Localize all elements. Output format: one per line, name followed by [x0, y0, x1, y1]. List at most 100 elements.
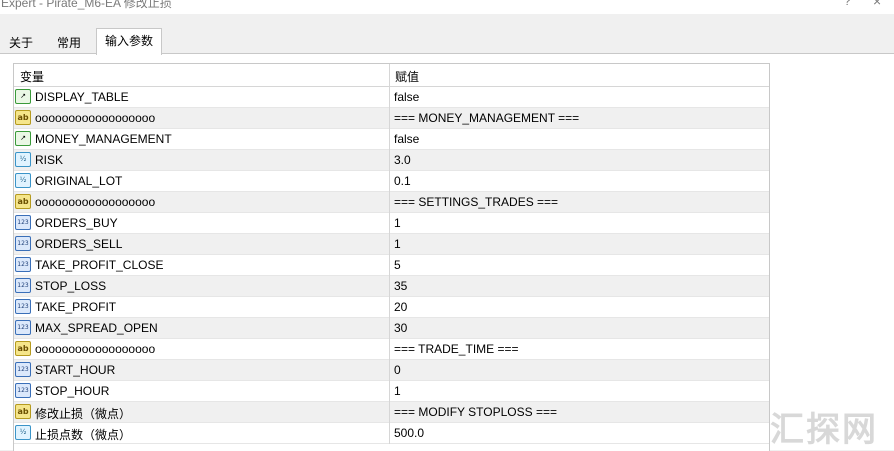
parameters-grid: 变量 赋值 ↗ DISPLAY_TABLE false ab ooooooooooooo… [13, 63, 770, 451]
string-icon: ab [15, 404, 31, 419]
bool-icon: ↗ [15, 131, 31, 146]
parameter-value[interactable]: === MONEY_MANAGEMENT === [394, 111, 579, 125]
cell-divider [389, 381, 390, 402]
column-divider[interactable] [389, 64, 390, 86]
parameter-value[interactable]: 0 [394, 363, 401, 377]
int-icon: 123 [15, 299, 31, 314]
parameter-value[interactable]: false [394, 90, 419, 104]
cell-divider [389, 192, 390, 213]
parameter-value[interactable]: 5 [394, 258, 401, 272]
parameter-name: oooooooooooooooooo [35, 195, 156, 209]
parameter-row[interactable]: 123 START_HOUR 0 [14, 360, 769, 381]
parameter-row[interactable]: ab oooooooooooooooooo === TRADE_TIME === [14, 339, 769, 360]
cell-divider [389, 339, 390, 360]
parameter-row[interactable]: 123 MAX_SPREAD_OPEN 30 [14, 318, 769, 339]
parameter-value[interactable]: false [394, 132, 419, 146]
parameter-value[interactable]: 1 [394, 384, 401, 398]
tab-common[interactable]: 常用 [48, 30, 90, 54]
parameter-name: START_HOUR [35, 363, 116, 377]
int-icon: 123 [15, 320, 31, 335]
cell-divider [389, 171, 390, 192]
parameter-row[interactable]: 123 STOP_LOSS 35 [14, 276, 769, 297]
int-icon: 123 [15, 215, 31, 230]
cell-divider [389, 234, 390, 255]
int-icon: 123 [15, 278, 31, 293]
parameter-name: oooooooooooooooooo [35, 342, 156, 356]
parameter-row[interactable]: 123 TAKE_PROFIT 20 [14, 297, 769, 318]
parameter-name: ORDERS_BUY [35, 216, 118, 230]
parameter-row[interactable]: 123 ORDERS_SELL 1 [14, 234, 769, 255]
parameter-name: TAKE_PROFIT_CLOSE [35, 258, 164, 272]
string-icon: ab [15, 341, 31, 356]
column-header-value[interactable]: 赋值 [395, 68, 419, 85]
parameter-value[interactable]: 30 [394, 321, 407, 335]
parameter-row[interactable]: ab 修改止损（微点） === MODIFY STOPLOSS === [14, 402, 769, 423]
parameter-name: oooooooooooooooooo [35, 111, 156, 125]
parameter-row[interactable]: ab oooooooooooooooooo === SETTINGS_TRADES … [14, 192, 769, 213]
cell-divider [389, 213, 390, 234]
cell-divider [389, 276, 390, 297]
close-button[interactable]: × [873, 0, 881, 9]
help-button[interactable]: ? [844, 0, 851, 8]
cell-divider [389, 87, 390, 108]
window-title: Expert - Pirate_M6-EA 修改止损 [1, 0, 172, 10]
inputs-panel: 变量 赋值 ↗ DISPLAY_TABLE false ab ooooooooooooo… [0, 53, 894, 451]
double-icon: ½ [15, 152, 31, 167]
parameter-row[interactable]: ab oooooooooooooooooo === MONEY_MANAGEMENT… [14, 108, 769, 129]
parameter-value[interactable]: 1 [394, 237, 401, 251]
parameter-name: 止损点数（微点） [35, 428, 132, 442]
int-icon: 123 [15, 236, 31, 251]
tab-inputs[interactable]: 输入参数 [96, 28, 163, 55]
parameter-row[interactable]: ↗ DISPLAY_TABLE false [14, 87, 769, 108]
parameter-value[interactable]: 0.1 [394, 174, 411, 188]
parameter-name: TAKE_PROFIT [35, 300, 117, 314]
parameter-row[interactable]: ½ ORIGINAL_LOT 0.1 [14, 171, 769, 192]
column-header-variable[interactable]: 变量 [20, 68, 44, 85]
parameter-value[interactable]: === MODIFY STOPLOSS === [394, 405, 557, 419]
int-icon: 123 [15, 362, 31, 377]
cell-divider [389, 129, 390, 150]
parameter-name: ORIGINAL_LOT [35, 174, 123, 188]
parameter-row[interactable]: ½ RISK 3.0 [14, 150, 769, 171]
parameter-value[interactable]: 500.0 [394, 426, 424, 440]
cell-divider [389, 423, 390, 444]
double-icon: ½ [15, 425, 31, 440]
parameter-value[interactable]: === TRADE_TIME === [394, 342, 519, 356]
parameter-name: STOP_HOUR [35, 384, 110, 398]
int-icon: 123 [15, 383, 31, 398]
parameter-row[interactable]: 123 STOP_HOUR 1 [14, 381, 769, 402]
cell-divider [389, 360, 390, 381]
parameter-row[interactable]: ↗ MONEY_MANAGEMENT false [14, 129, 769, 150]
parameter-value[interactable]: 20 [394, 300, 407, 314]
cell-divider [389, 402, 390, 423]
grid-header: 变量 赋值 [14, 64, 769, 87]
tab-strip: 关于 常用 输入参数 [0, 28, 894, 55]
parameter-row[interactable]: ½ 止损点数（微点） 500.0 [14, 423, 769, 444]
parameter-name: ORDERS_SELL [35, 237, 123, 251]
parameter-name: RISK [35, 153, 64, 167]
string-icon: ab [15, 110, 31, 125]
parameter-name: 修改止损（微点） [35, 407, 132, 421]
double-icon: ½ [15, 173, 31, 188]
tab-about[interactable]: 关于 [0, 30, 42, 54]
parameter-value[interactable]: 1 [394, 216, 401, 230]
string-icon: ab [15, 194, 31, 209]
parameter-value[interactable]: === SETTINGS_TRADES === [394, 195, 558, 209]
parameter-name: MAX_SPREAD_OPEN [35, 321, 158, 335]
cell-divider [389, 150, 390, 171]
parameter-name: STOP_LOSS [35, 279, 107, 293]
parameter-row[interactable]: 123 TAKE_PROFIT_CLOSE 5 [14, 255, 769, 276]
int-icon: 123 [15, 257, 31, 272]
title-bar: Expert - Pirate_M6-EA 修改止损 ? × [0, 0, 894, 14]
parameter-name: DISPLAY_TABLE [35, 90, 129, 104]
parameter-value[interactable]: 35 [394, 279, 407, 293]
bool-icon: ↗ [15, 89, 31, 104]
parameter-name: MONEY_MANAGEMENT [35, 132, 172, 146]
watermark-logo: 汇探网 [770, 410, 878, 450]
parameter-row[interactable]: 123 ORDERS_BUY 1 [14, 213, 769, 234]
parameter-value[interactable]: 3.0 [394, 153, 411, 167]
cell-divider [389, 318, 390, 339]
cell-divider [389, 297, 390, 318]
cell-divider [389, 255, 390, 276]
cell-divider [389, 108, 390, 129]
